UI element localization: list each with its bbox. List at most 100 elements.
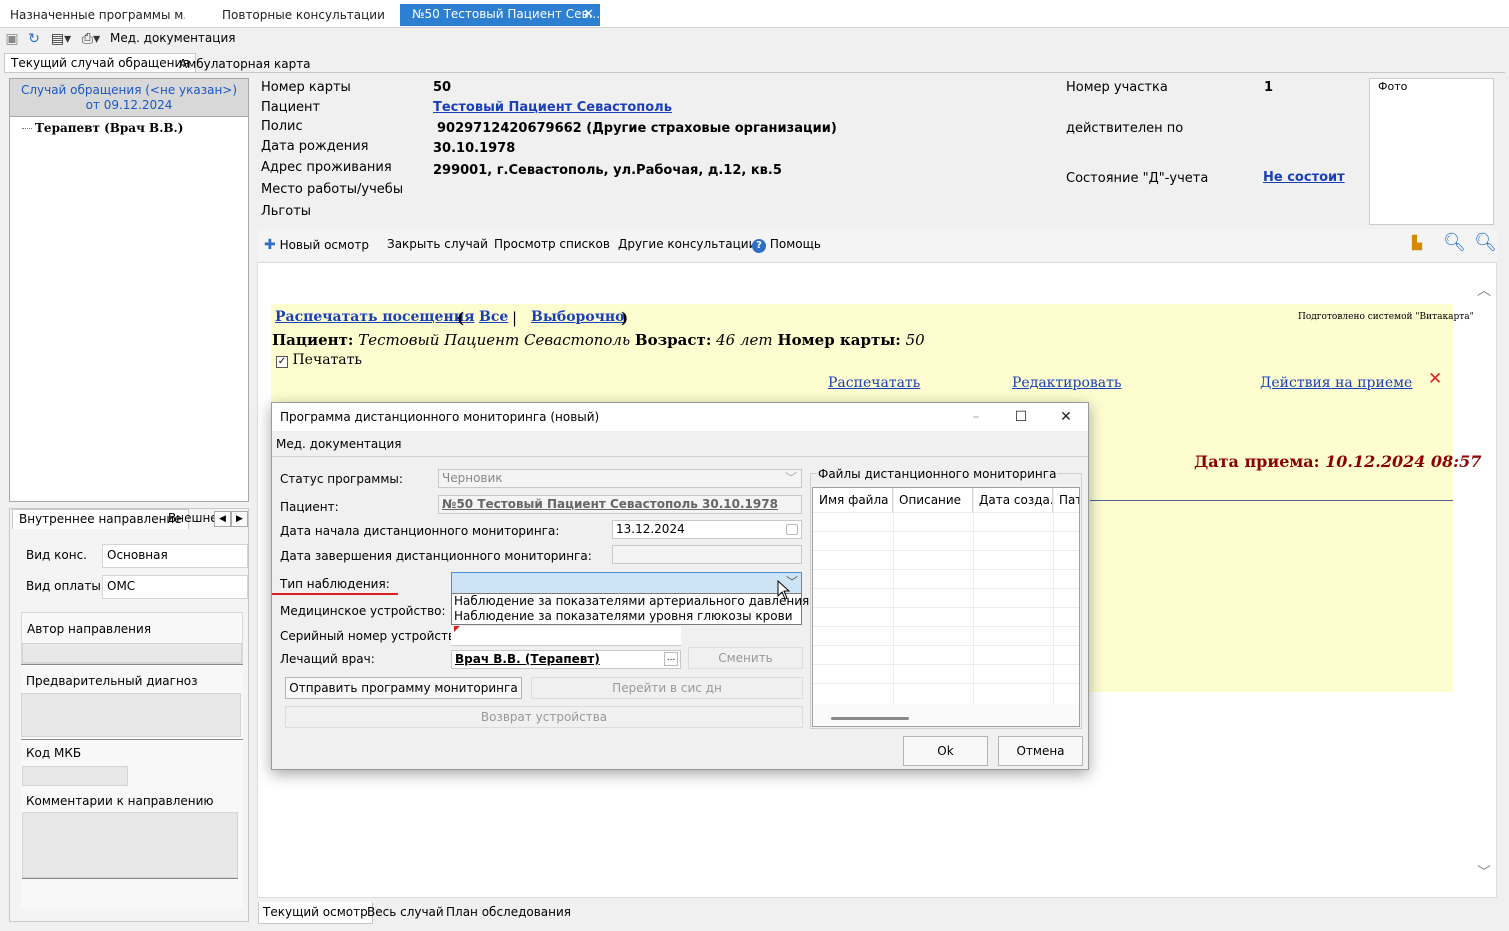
scroll-up-icon[interactable]: ︿ (1477, 280, 1491, 300)
refresh-icon[interactable]: ↻ (26, 31, 42, 47)
help-label: Помощь (769, 237, 821, 251)
print-link[interactable]: Распечатать (828, 375, 920, 391)
status-chevron-icon: ﹀ (784, 471, 797, 485)
dialog-patient-label: Пациент: (280, 500, 339, 514)
mkb-label: Код МКБ (26, 746, 82, 760)
close-icon[interactable]: ✕ (583, 4, 594, 25)
visit-divider (1090, 500, 1453, 501)
plus-icon: ✚ (264, 237, 276, 253)
doctor-browse-icon[interactable]: ... (664, 652, 678, 666)
med-documentation-menu[interactable]: Мед. документация (110, 31, 235, 45)
d-status-label: Состояние "Д"-учета (1066, 171, 1209, 186)
dialog-menu-med-doc[interactable]: Мед. документация (272, 432, 1088, 457)
comments-field[interactable] (22, 812, 238, 878)
tab-scroll-right-icon[interactable]: ▶ (231, 511, 248, 527)
case-tree-panel: Случай обращения (<не указан>) от 09.12.… (9, 78, 249, 502)
zoom-out-icon[interactable]: 🔍︎ (1474, 232, 1497, 253)
grid-row-line (813, 607, 1079, 608)
delete-icon[interactable]: ✕ (1428, 369, 1442, 389)
change-doctor-button[interactable]: Сменить (688, 647, 803, 669)
tab-internal-referral[interactable]: Внутреннее направление (12, 509, 189, 529)
scroll-down-icon[interactable]: ﹀ (1477, 862, 1491, 882)
grid-hscrollbar[interactable] (813, 704, 1079, 726)
grid-row-line (813, 626, 1079, 627)
tab-exam-plan[interactable]: План обследования (442, 902, 575, 924)
tab-assigned-programs[interactable]: Назначенные программы м... (10, 6, 185, 26)
files-grid[interactable]: Имя файла Описание Дата созда... Пат (812, 487, 1080, 727)
print-checkbox[interactable]: ✓ (276, 356, 288, 368)
return-device-button[interactable]: Возврат устройства (285, 706, 803, 728)
send-program-button[interactable]: Отправить программу мониторинга (285, 677, 522, 699)
obs-type-select[interactable]: ﹀ (451, 572, 802, 594)
grid-row-line (813, 664, 1079, 665)
monitoring-program-dialog: Программа дистанционного мониторинга (но… (271, 402, 1089, 770)
tab-whole-case[interactable]: Весь случай (363, 902, 448, 924)
print-all-link[interactable]: Все (479, 309, 508, 325)
new-exam-button[interactable]: ✚ Новый осмотр (264, 237, 369, 253)
start-date-field[interactable]: 13.12.2024 (612, 520, 802, 539)
visit-actions-link[interactable]: Действия на приеме (1260, 375, 1412, 391)
device-label: Медицинское устройство: (280, 604, 446, 618)
close-case-button[interactable]: Закрыть случай (387, 237, 488, 251)
maximize-icon[interactable]: ☐ (999, 403, 1043, 431)
grid-hscroll-thumb[interactable] (831, 717, 909, 720)
author-label: Автор направления (27, 622, 152, 636)
work-label: Место работы/учебы (261, 182, 404, 197)
view-lists-button[interactable]: Просмотр списков (494, 237, 610, 251)
policy-value: 9029712420679662 (Другие страховые орган… (437, 121, 837, 136)
policy-valid-label: действителен по (1066, 121, 1184, 136)
diagnosis-field[interactable] (21, 693, 241, 737)
print-dropdown-icon[interactable]: ⎙▾ (78, 31, 104, 47)
print-selective-link[interactable]: Выборочно (531, 309, 625, 325)
print-visits-link[interactable]: Распечатать посещения (275, 309, 474, 325)
consult-type-field[interactable]: Основная (102, 544, 248, 568)
visit-card-value: 50 (905, 331, 925, 349)
col-file-name[interactable]: Имя файла (813, 488, 893, 512)
patient-name-link[interactable]: Тестовый Пациент Севастополь (433, 100, 672, 115)
dialog-close-icon[interactable]: ✕ (1044, 403, 1088, 431)
col-created-date[interactable]: Дата созда... (973, 488, 1053, 512)
dob-value: 30.10.1978 (433, 141, 516, 156)
dropdown-option[interactable]: Наблюдение за показателями артериального… (452, 594, 809, 609)
tab-scroll-left-icon[interactable]: ◀ (214, 511, 231, 527)
document-dropdown-icon[interactable]: ▤▾ (48, 31, 74, 47)
zoom-in-icon[interactable]: 🔍︎ (1443, 232, 1466, 253)
author-section: Автор направления (21, 612, 243, 664)
document-tabs-bar: Назначенные программы м... Повторные кон… (0, 0, 1509, 28)
tab-external-referral[interactable]: Внешне (168, 511, 218, 525)
col-patient[interactable]: Пат (1053, 488, 1079, 512)
diagnosis-label: Предварительный диагноз (26, 674, 198, 688)
tab-current-case[interactable]: Текущий случай обращения (4, 53, 197, 73)
dropdown-option[interactable]: Наблюдение за показателями уровня глюкоз… (452, 609, 801, 624)
case-header[interactable]: Случай обращения (<не указан>) от 09.12.… (10, 79, 248, 117)
edit-link[interactable]: Редактировать (1012, 375, 1121, 391)
doctor-field[interactable]: Врач В.В. (Терапевт)... (451, 650, 681, 669)
tab-patient-50[interactable]: №50 Тестовый Пациент Сев... ✕ (400, 4, 600, 26)
print-checkbox-row[interactable]: ✓ Печатать (276, 352, 362, 368)
payment-type-field[interactable]: ОМС (102, 575, 248, 599)
referral-panel: Внутреннее направление Внешне ◀ ▶ Вид ко… (9, 508, 249, 922)
tab-current-exam[interactable]: Текущий осмотр (258, 902, 373, 924)
save-icon[interactable]: ▣ (4, 31, 20, 47)
tree-item-therapist[interactable]: Терапевт (Врач В.В.) (22, 121, 183, 135)
photo-box[interactable]: Фото (1369, 78, 1494, 225)
comments-label: Комментарии к направлению (26, 794, 214, 808)
mkb-section: Код МКБ Комментарии к направлению (21, 739, 243, 909)
mkb-field[interactable] (22, 766, 128, 786)
d-status-link[interactable]: Не состоит (1263, 170, 1345, 185)
help-button[interactable]: ? Помощь (752, 237, 821, 253)
goto-system-button[interactable]: Перейти в сис дн (531, 677, 803, 699)
ok-button[interactable]: Ok (903, 736, 988, 766)
author-field[interactable] (22, 643, 242, 663)
tab-repeat-consultations[interactable]: Повторные консультации (222, 6, 387, 26)
files-label: Файлы дистанционного мониторинга (817, 467, 1058, 481)
export-icon[interactable]: ▙ (1412, 236, 1422, 251)
grid-row-line (813, 512, 1079, 513)
serial-field[interactable] (451, 626, 681, 646)
col-description[interactable]: Описание (893, 488, 973, 512)
district-value: 1 (1264, 80, 1274, 95)
calendar-icon[interactable] (786, 524, 798, 535)
minimize-icon[interactable]: – (954, 403, 998, 431)
cancel-button[interactable]: Отмена (998, 736, 1083, 766)
other-consultations-button[interactable]: Другие консультации (618, 237, 756, 251)
